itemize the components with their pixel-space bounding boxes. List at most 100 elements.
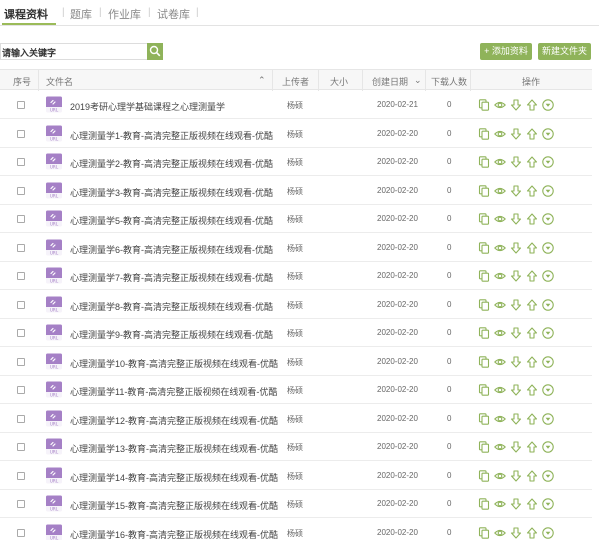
row-checkbox[interactable] [17,215,25,223]
preview-eye-icon[interactable] [494,441,506,453]
move-up-icon[interactable] [526,298,538,311]
copy-icon[interactable] [478,270,490,282]
copy-icon[interactable] [478,441,490,453]
row-checkbox[interactable] [17,500,25,508]
copy-icon[interactable] [478,127,490,140]
expand-down-icon[interactable] [542,327,554,339]
preview-eye-icon[interactable] [494,527,506,539]
move-up-icon[interactable] [526,213,538,225]
expand-down-icon[interactable] [542,298,554,311]
copy-icon[interactable] [478,327,490,339]
expand-down-icon[interactable] [542,355,554,368]
move-up-icon[interactable] [526,127,538,140]
table-row[interactable]: URL 心理测量学12-教育-高清完整正版视频在线观看-优酷 杨硕 2020-02-2… [0,405,592,433]
move-down-icon[interactable] [510,441,522,453]
tab-question-bank[interactable]: 题库 [70,6,92,22]
table-row[interactable]: URL 心理测量学13-教育-高清完整正版视频在线观看-优酷 杨硕 2020-02-2… [0,433,592,461]
row-checkbox[interactable] [17,528,25,537]
preview-eye-icon[interactable] [494,128,506,140]
row-checkbox[interactable] [17,243,25,252]
preview-eye-icon[interactable] [494,99,506,111]
table-row[interactable]: URL 心理测量学2-教育-高清完整正版视频在线观看-优酷 杨硕 2020-02-20… [0,148,592,176]
move-down-icon[interactable] [510,469,522,482]
search-button[interactable] [147,43,163,60]
file-name-link[interactable]: 心理测量学13-教育-高清完整正版视频在线观看-优酷 [70,442,278,455]
expand-down-icon[interactable] [542,498,554,510]
table-row[interactable]: URL 2019考研心理学基础课程之心理测量学 杨硕 2020-02-21 0 [0,91,592,119]
move-down-icon[interactable] [510,498,522,510]
table-row[interactable]: URL 心理测量学9-教育-高清完整正版视频在线观看-优酷 杨硕 2020-02-20… [0,319,592,347]
copy-icon[interactable] [478,526,490,539]
new-folder-button[interactable]: 新建文件夹 [538,43,591,60]
preview-eye-icon[interactable] [494,470,506,482]
expand-down-icon[interactable] [542,184,554,197]
file-name-link[interactable]: 心理测量学5-教育-高清完整正版视频在线观看-优酷 [70,214,273,227]
file-name-link[interactable]: 心理测量学1-教育-高清完整正版视频在线观看-优酷 [70,129,273,142]
row-checkbox[interactable] [17,357,25,366]
table-row[interactable]: URL 心理测量学16-教育-高清完整正版视频在线观看-优酷 杨硕 2020-02-2… [0,519,592,540]
file-name-link[interactable]: 心理测量学11-教育-高清完整正版视频在线观看-优酷 [70,385,277,398]
sort-desc-icon[interactable]: ⌄ [414,75,422,86]
preview-eye-icon[interactable] [494,185,506,197]
file-name-link[interactable]: 心理测量学9-教育-高清完整正版视频在线观看-优酷 [70,328,273,341]
row-checkbox[interactable] [17,129,25,138]
copy-icon[interactable] [478,355,490,368]
add-material-button[interactable]: + 添加资料 [480,43,532,60]
copy-icon[interactable] [478,241,490,254]
preview-eye-icon[interactable] [494,156,506,168]
row-checkbox[interactable] [17,386,25,394]
move-up-icon[interactable] [526,469,538,482]
file-name-link[interactable]: 心理测量学8-教育-高清完整正版视频在线观看-优酷 [70,300,273,313]
copy-icon[interactable] [478,99,490,111]
row-checkbox[interactable] [17,101,25,109]
preview-eye-icon[interactable] [494,384,506,396]
move-up-icon[interactable] [526,327,538,339]
row-checkbox[interactable] [17,300,25,309]
move-down-icon[interactable] [510,127,522,140]
copy-icon[interactable] [478,184,490,197]
move-down-icon[interactable] [510,213,522,225]
move-down-icon[interactable] [510,241,522,254]
table-row[interactable]: URL 心理测量学1-教育-高清完整正版视频在线观看-优酷 杨硕 2020-02-20… [0,120,592,148]
file-name-link[interactable]: 心理测量学15-教育-高清完整正版视频在线观看-优酷 [70,499,278,512]
move-down-icon[interactable] [510,270,522,282]
move-down-icon[interactable] [510,412,522,425]
row-checkbox[interactable] [17,329,25,337]
file-name-link[interactable]: 2019考研心理学基础课程之心理测量学 [70,100,225,113]
copy-icon[interactable] [478,298,490,311]
move-up-icon[interactable] [526,270,538,282]
file-name-link[interactable]: 心理测量学12-教育-高清完整正版视频在线观看-优酷 [70,414,278,427]
expand-down-icon[interactable] [542,156,554,168]
row-checkbox[interactable] [17,443,25,451]
table-row[interactable]: URL 心理测量学7-教育-高清完整正版视频在线观看-优酷 杨硕 2020-02-20… [0,262,592,290]
move-up-icon[interactable] [526,355,538,368]
move-down-icon[interactable] [510,327,522,339]
file-name-link[interactable]: 心理测量学2-教育-高清完整正版视频在线观看-优酷 [70,157,273,170]
expand-down-icon[interactable] [542,241,554,254]
move-down-icon[interactable] [510,384,522,396]
file-name-link[interactable]: 心理测量学7-教育-高清完整正版视频在线观看-优酷 [70,271,273,284]
move-down-icon[interactable] [510,298,522,311]
row-checkbox[interactable] [17,414,25,423]
tab-exam-bank[interactable]: 试卷库 [157,6,190,22]
move-down-icon[interactable] [510,184,522,197]
move-up-icon[interactable] [526,184,538,197]
table-row[interactable]: URL 心理测量学14-教育-高清完整正版视频在线观看-优酷 杨硕 2020-02-2… [0,462,592,490]
table-row[interactable]: URL 心理测量学11-教育-高清完整正版视频在线观看-优酷 杨硕 2020-02-2… [0,376,592,404]
column-header-created-date[interactable]: 创建日期 [372,75,408,88]
copy-icon[interactable] [478,156,490,168]
file-name-link[interactable]: 心理测量学6-教育-高清完整正版视频在线观看-优酷 [70,243,273,256]
move-down-icon[interactable] [510,526,522,539]
table-row[interactable]: URL 心理测量学5-教育-高清完整正版视频在线观看-优酷 杨硕 2020-02-20… [0,205,592,233]
preview-eye-icon[interactable] [494,213,506,225]
file-name-link[interactable]: 心理测量学16-教育-高清完整正版视频在线观看-优酷 [70,528,278,540]
move-down-icon[interactable] [510,156,522,168]
preview-eye-icon[interactable] [494,498,506,510]
expand-down-icon[interactable] [542,441,554,453]
table-row[interactable]: URL 心理测量学10-教育-高清完整正版视频在线观看-优酷 杨硕 2020-02-2… [0,348,592,376]
sort-asc-icon[interactable]: ⌃ [258,75,266,86]
move-down-icon[interactable] [510,99,522,111]
row-checkbox[interactable] [17,272,25,280]
move-down-icon[interactable] [510,355,522,368]
copy-icon[interactable] [478,498,490,510]
